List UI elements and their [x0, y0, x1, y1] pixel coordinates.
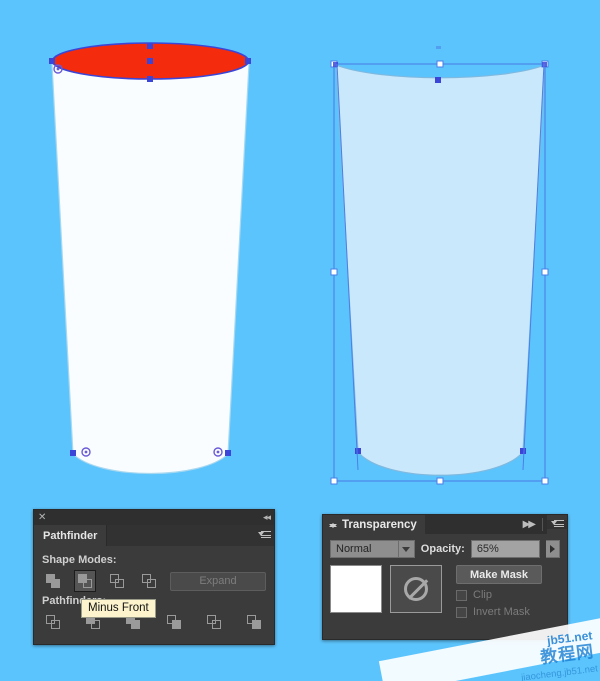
- transparency-tabrow-filler: [424, 515, 519, 534]
- opacity-label: Opacity:: [420, 543, 465, 555]
- tab-separator: [538, 515, 547, 534]
- expand-button[interactable]: Expand: [170, 571, 266, 591]
- clip-checkbox[interactable]: [456, 589, 467, 601]
- clip-checkbox-row[interactable]: Clip: [456, 589, 542, 601]
- shape-mode-intersect-button[interactable]: [106, 570, 128, 592]
- chevron-down-icon[interactable]: [397, 541, 414, 557]
- tooltip-minus-front: Minus Front: [81, 599, 156, 618]
- opacity-stepper-icon[interactable]: [545, 540, 560, 558]
- mask-row: Make Mask Clip Invert Mask: [330, 565, 560, 618]
- pathfinder-tabrow: Pathfinder: [34, 525, 274, 546]
- panel-menu-icon[interactable]: [254, 525, 274, 546]
- shape-mode-exclude-button[interactable]: [138, 570, 160, 592]
- close-icon[interactable]: ✕: [38, 512, 46, 523]
- tab-transparency-label: Transparency: [342, 518, 417, 531]
- invert-mask-checkbox[interactable]: [456, 606, 467, 618]
- pathfinder-outline-button[interactable]: [204, 611, 226, 633]
- invert-mask-label: Invert Mask: [473, 606, 530, 618]
- pathfinder-panel[interactable]: ✕ ◂◂ Pathfinder Shape Modes: Expand Path…: [33, 509, 275, 645]
- tabrow-filler: [107, 525, 254, 546]
- double-arrow-icon[interactable]: ▶▶: [518, 515, 538, 534]
- shape-modes-label: Shape Modes:: [42, 554, 117, 566]
- object-thumbnail[interactable]: [330, 565, 382, 613]
- make-mask-button[interactable]: Make Mask: [456, 565, 542, 584]
- collapse-arrows-icon[interactable]: ◂◂: [263, 512, 271, 523]
- shape-mode-minus-front-button[interactable]: [74, 570, 96, 592]
- invert-mask-checkbox-row[interactable]: Invert Mask: [456, 606, 542, 618]
- shape-modes-row: Expand: [42, 570, 266, 592]
- right-cup-body[interactable]: [335, 64, 546, 476]
- pathfinder-minus-back-button[interactable]: [244, 611, 266, 633]
- opacity-value: 65%: [476, 543, 499, 555]
- no-mask-icon: [404, 577, 428, 601]
- illustrator-canvas: ✕ ◂◂ Pathfinder Shape Modes: Expand Path…: [0, 0, 600, 681]
- blend-mode-value: Normal: [336, 543, 372, 555]
- left-cup-group: [51, 42, 250, 475]
- left-cup-body[interactable]: [51, 63, 250, 475]
- pathfinder-body: Shape Modes: Expand Pathfinders:: [34, 546, 274, 633]
- blend-opacity-row: Normal Opacity: 65%: [330, 540, 560, 558]
- pathfinder-divide-button[interactable]: [42, 611, 64, 633]
- transparency-panel[interactable]: Transparency ▶▶ Normal Opacity: 65% Make…: [322, 514, 568, 640]
- opacity-input[interactable]: 65%: [470, 540, 540, 558]
- panel-menu-icon[interactable]: [547, 520, 567, 529]
- pathfinder-topbar: ✕ ◂◂: [34, 510, 274, 525]
- shape-mode-unite-button[interactable]: [42, 570, 64, 592]
- transparency-body: Normal Opacity: 65% Make Mask Clip Inver…: [323, 534, 567, 624]
- tab-pathfinder-label: Pathfinder: [43, 529, 98, 542]
- pathfinder-crop-button[interactable]: [163, 611, 185, 633]
- blend-mode-select[interactable]: Normal: [330, 540, 415, 558]
- mask-controls: Make Mask Clip Invert Mask: [450, 565, 542, 618]
- panel-grip-icon: [329, 522, 337, 528]
- clip-label: Clip: [473, 589, 492, 601]
- transparency-tabrow: Transparency ▶▶: [323, 515, 567, 534]
- mask-thumbnail[interactable]: [390, 565, 442, 613]
- tab-pathfinder[interactable]: Pathfinder: [34, 525, 108, 546]
- tab-transparency[interactable]: Transparency: [323, 515, 425, 534]
- right-cup-group: [335, 64, 546, 476]
